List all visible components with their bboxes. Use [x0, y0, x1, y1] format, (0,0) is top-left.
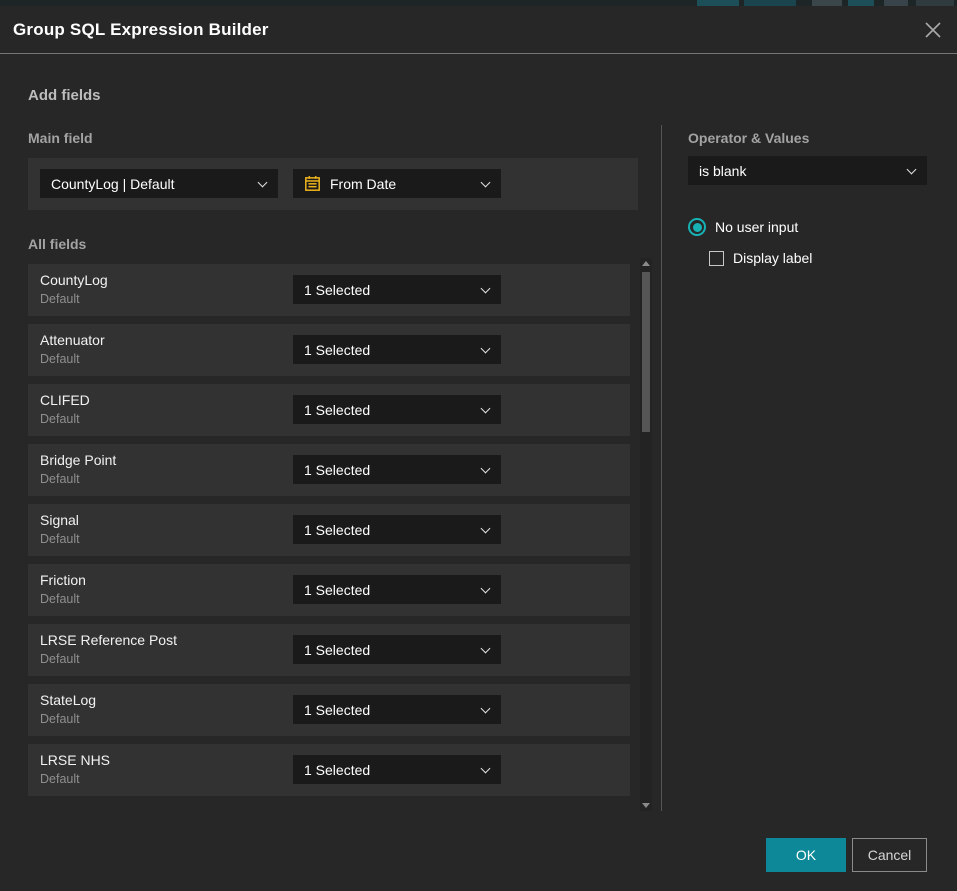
field-name: Bridge Point	[40, 452, 116, 468]
field-sublabel: Default	[40, 592, 80, 606]
field-sublabel: Default	[40, 412, 80, 426]
selected-count: 1 Selected	[304, 642, 370, 658]
dialog-title: Group SQL Expression Builder	[13, 6, 269, 53]
radio-label: No user input	[715, 219, 798, 235]
operator-values-label: Operator & Values	[688, 130, 809, 146]
field-name: Signal	[40, 512, 79, 528]
field-sublabel: Default	[40, 352, 80, 366]
field-name: Attenuator	[40, 332, 105, 348]
layer-select-value: CountyLog | Default	[51, 176, 175, 192]
field-sublabel: Default	[40, 532, 80, 546]
field-sublabel: Default	[40, 652, 80, 666]
display-label-checkbox[interactable]: Display label	[709, 250, 812, 266]
checkbox-label: Display label	[733, 250, 812, 266]
chevron-down-icon	[258, 178, 268, 188]
dialog-titlebar: Group SQL Expression Builder	[0, 6, 957, 53]
chevron-down-icon	[481, 704, 491, 714]
field-selected-dropdown[interactable]: 1 Selected	[293, 635, 501, 664]
field-row: Bridge Point Default 1 Selected	[28, 444, 630, 496]
field-name: Friction	[40, 572, 86, 588]
chevron-down-icon	[907, 165, 917, 175]
field-row: CLIFED Default 1 Selected	[28, 384, 630, 436]
ok-button[interactable]: OK	[766, 838, 846, 872]
operator-select[interactable]: is blank	[688, 156, 927, 185]
field-sublabel: Default	[40, 472, 80, 486]
cancel-button[interactable]: Cancel	[852, 838, 927, 872]
panel-divider	[661, 125, 662, 811]
field-selected-dropdown[interactable]: 1 Selected	[293, 575, 501, 604]
selected-count: 1 Selected	[304, 702, 370, 718]
screen: Group SQL Expression Builder Add fields …	[0, 0, 957, 891]
selected-count: 1 Selected	[304, 342, 370, 358]
field-selected-dropdown[interactable]: 1 Selected	[293, 755, 501, 784]
selected-count: 1 Selected	[304, 402, 370, 418]
scrollbar-thumb[interactable]	[642, 272, 650, 432]
chevron-down-icon	[481, 344, 491, 354]
main-field-field-select[interactable]: From Date	[293, 169, 501, 198]
chevron-down-icon	[481, 524, 491, 534]
field-row: Attenuator Default 1 Selected	[28, 324, 630, 376]
chevron-down-icon	[481, 404, 491, 414]
field-selected-dropdown[interactable]: 1 Selected	[293, 515, 501, 544]
close-icon[interactable]	[922, 19, 944, 41]
field-name: CountyLog	[40, 272, 108, 288]
selected-count: 1 Selected	[304, 762, 370, 778]
selected-count: 1 Selected	[304, 582, 370, 598]
field-row: LRSE NHS Default 1 Selected	[28, 744, 630, 796]
field-row: CountyLog Default 1 Selected	[28, 264, 630, 316]
main-field-box: CountyLog | Default From Date	[28, 158, 638, 210]
scroll-up-icon[interactable]	[642, 261, 650, 266]
chevron-down-icon	[481, 644, 491, 654]
no-user-input-radio[interactable]: No user input	[688, 218, 798, 236]
chevron-down-icon	[481, 284, 491, 294]
field-name: CLIFED	[40, 392, 90, 408]
main-field-label: Main field	[28, 130, 93, 146]
main-field-layer-select[interactable]: CountyLog | Default	[40, 169, 278, 198]
field-sublabel: Default	[40, 292, 80, 306]
field-selected-dropdown[interactable]: 1 Selected	[293, 455, 501, 484]
selected-count: 1 Selected	[304, 282, 370, 298]
all-fields-label: All fields	[28, 236, 86, 252]
field-selected-dropdown[interactable]: 1 Selected	[293, 695, 501, 724]
field-sublabel: Default	[40, 712, 80, 726]
field-selected-dropdown[interactable]: 1 Selected	[293, 275, 501, 304]
operator-value: is blank	[699, 163, 746, 179]
chevron-down-icon	[481, 178, 491, 188]
titlebar-divider	[0, 53, 957, 54]
fields-list-scrollbar[interactable]	[640, 258, 652, 811]
field-name: LRSE Reference Post	[40, 632, 177, 648]
chevron-down-icon	[481, 584, 491, 594]
checkbox-unchecked-icon	[709, 251, 724, 266]
chevron-down-icon	[481, 764, 491, 774]
field-row: LRSE Reference Post Default 1 Selected	[28, 624, 630, 676]
chevron-down-icon	[481, 464, 491, 474]
field-name: LRSE NHS	[40, 752, 110, 768]
scroll-down-icon[interactable]	[642, 803, 650, 808]
selected-count: 1 Selected	[304, 522, 370, 538]
calendar-icon	[304, 175, 321, 192]
selected-count: 1 Selected	[304, 462, 370, 478]
group-sql-expression-builder-dialog: Group SQL Expression Builder Add fields …	[0, 6, 957, 891]
add-fields-heading: Add fields	[28, 87, 101, 104]
field-selected-dropdown[interactable]: 1 Selected	[293, 335, 501, 364]
field-select-value: From Date	[330, 176, 396, 192]
field-selected-dropdown[interactable]: 1 Selected	[293, 395, 501, 424]
field-sublabel: Default	[40, 772, 80, 786]
field-name: StateLog	[40, 692, 96, 708]
field-row: Friction Default 1 Selected	[28, 564, 630, 616]
field-row: StateLog Default 1 Selected	[28, 684, 630, 736]
field-row: Signal Default 1 Selected	[28, 504, 630, 556]
radio-selected-icon	[688, 218, 706, 236]
